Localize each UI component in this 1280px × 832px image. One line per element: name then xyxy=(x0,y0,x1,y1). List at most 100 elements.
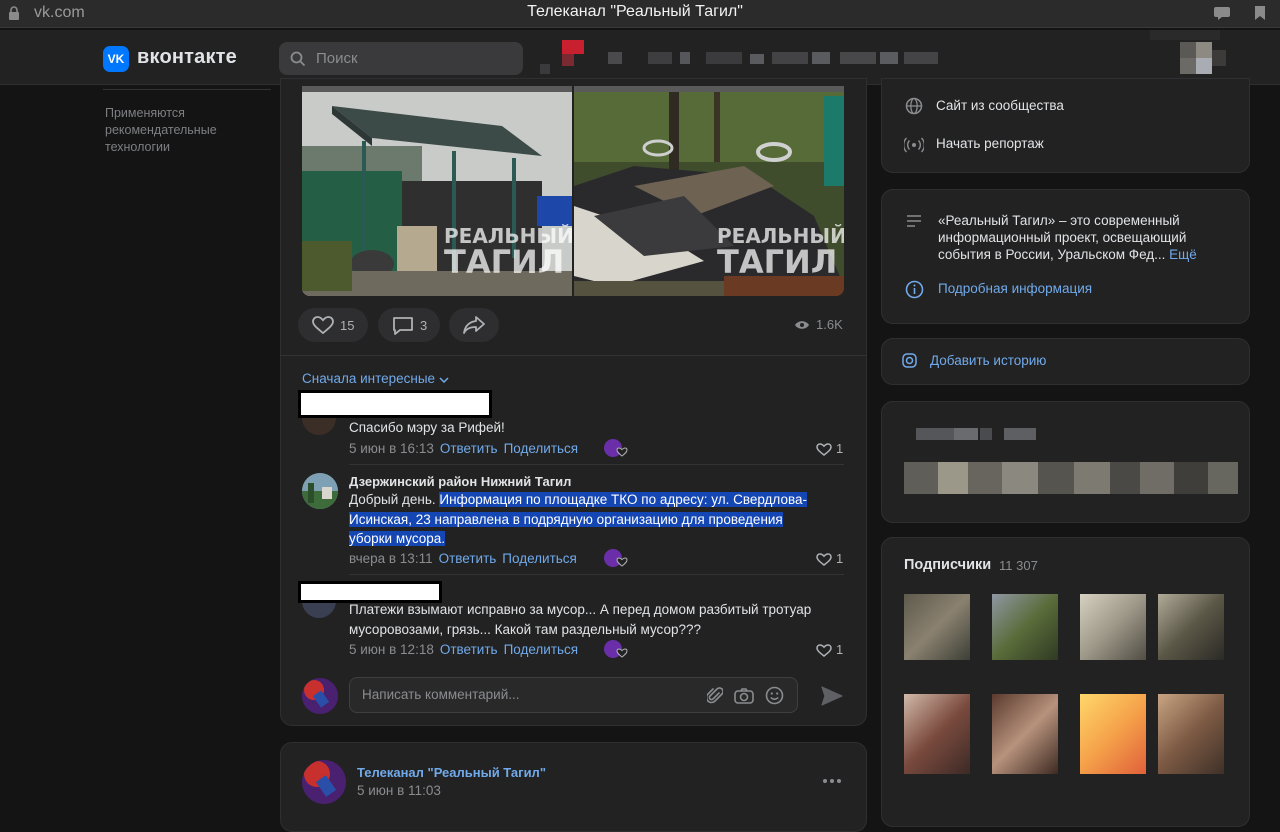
subscriber-avatar[interactable] xyxy=(1080,694,1146,774)
recommendation-note: Применяются рекомендательные технологии xyxy=(105,106,217,154)
heart-small-icon xyxy=(616,447,628,457)
post-divider xyxy=(281,355,866,356)
watermark-line2: ТАГИЛ xyxy=(444,243,565,281)
comment-text-2-line1: Добрый день. Информация по площадке ТКО … xyxy=(349,490,807,510)
subscribers-card xyxy=(881,537,1250,827)
vk-logo-text[interactable]: вконтакте xyxy=(137,46,237,69)
share-link-3[interactable]: Поделиться xyxy=(504,642,579,657)
comment-like-count-1: 1 xyxy=(836,441,844,456)
chat-icon[interactable] xyxy=(1213,5,1231,21)
about-line-3: события в России, Уральском Фед... Ещё xyxy=(938,247,1197,262)
site-link[interactable]: Сайт из сообщества xyxy=(936,98,1064,113)
about-line-3-text: события в России, Уральском Фед... xyxy=(938,247,1166,262)
about-line-1: «Реальный Тагил» – это современный xyxy=(938,213,1180,228)
comment-text-2-line3: уборки мусора. xyxy=(349,529,446,549)
share-icon xyxy=(463,316,485,334)
comment-like-count-2: 1 xyxy=(836,551,844,566)
comment-text-2-highlight-2: Исинская, 23 направлена в подрядную орга… xyxy=(349,512,783,527)
camera-icon[interactable] xyxy=(734,687,754,705)
comment-like-icon-1[interactable] xyxy=(816,443,832,456)
comment-placeholder: Написать комментарий... xyxy=(362,687,520,702)
reply-link-3[interactable]: Ответить xyxy=(440,642,498,657)
post-photo-2[interactable]: РЕАЛЬНЫЙ ТАГИЛ xyxy=(574,86,844,296)
eye-icon xyxy=(795,321,809,329)
subscriber-avatar[interactable] xyxy=(904,594,970,660)
details-link[interactable]: Подробная информация xyxy=(938,281,1092,296)
heart-icon xyxy=(312,316,334,334)
comment-meta-1: 5 июн в 16:13 Ответить Поделиться xyxy=(349,441,578,456)
vk-header: VK вконтакте Поиск xyxy=(0,30,1280,85)
my-avatar[interactable] xyxy=(302,678,338,714)
report-link[interactable]: Начать репортаж xyxy=(936,136,1044,151)
description-icon xyxy=(907,215,921,227)
comment-text-2-plain: Добрый день. xyxy=(349,492,440,507)
comment-input[interactable]: Написать комментарий... xyxy=(349,677,798,713)
browser-bar: vk.com Телеканал "Реальный Тагил" xyxy=(0,0,1280,28)
comment-text-1: Спасибо мэру за Рифей! xyxy=(349,420,505,435)
chevron-down-icon xyxy=(439,377,449,384)
share-button[interactable] xyxy=(449,308,499,342)
subscribers-count: 11 307 xyxy=(999,558,1038,573)
search-placeholder: Поиск xyxy=(316,50,358,67)
heart-small-icon-2 xyxy=(616,557,628,567)
subscriber-avatar[interactable] xyxy=(904,694,970,774)
subscriber-avatar[interactable] xyxy=(992,594,1058,660)
comment-text-2-highlight-1: Информация по площадке ТКО по адресу: ул… xyxy=(439,492,807,507)
comment-text-3-line2: мусоровозами, грязь... Какой там раздель… xyxy=(349,622,702,637)
next-post-time[interactable]: 5 июн в 11:03 xyxy=(357,783,441,798)
search-input[interactable]: Поиск xyxy=(279,42,523,75)
comment-text-2-highlight-3: уборки мусора. xyxy=(349,531,446,546)
subscriber-avatar[interactable] xyxy=(1158,594,1224,660)
comment-count: 3 xyxy=(420,318,428,333)
heart-small-icon-3 xyxy=(616,648,628,658)
comment-divider-1 xyxy=(349,464,844,465)
subscriber-avatar[interactable] xyxy=(1080,594,1146,660)
attach-icon[interactable] xyxy=(707,687,723,705)
subscriber-avatar[interactable] xyxy=(992,694,1058,774)
subscribers-title[interactable]: Подписчики xyxy=(904,557,991,573)
broadcast-icon xyxy=(904,137,924,153)
send-icon[interactable] xyxy=(821,686,843,706)
comment-time-3: 5 июн в 12:18 xyxy=(349,642,434,657)
globe-icon xyxy=(905,97,923,115)
next-post-author[interactable]: Телеканал "Реальный Тагил" xyxy=(357,765,546,780)
community-links-card xyxy=(881,78,1250,173)
comment-author-2[interactable]: Дзержинский район Нижний Тагил xyxy=(349,474,571,489)
about-more-link[interactable]: Ещё xyxy=(1169,247,1197,262)
watermark-line2-photo2: ТАГИЛ xyxy=(717,243,838,281)
comment-text-3-line1: Платежи взымают исправно за мусор... А п… xyxy=(349,602,812,617)
comment-like-count-3: 1 xyxy=(836,642,844,657)
comment-text-2-line2: Исинская, 23 направлена в подрядную орга… xyxy=(349,510,783,530)
comment-button[interactable]: 3 xyxy=(378,308,440,342)
comment-time-1: 5 июн в 16:13 xyxy=(349,441,434,456)
next-post-avatar-image xyxy=(302,760,346,804)
vk-logo-icon[interactable]: VK xyxy=(103,46,129,72)
district-avatar-image xyxy=(302,473,338,509)
search-icon xyxy=(290,51,306,67)
share-link-2[interactable]: Поделиться xyxy=(502,551,577,566)
reply-link-1[interactable]: Ответить xyxy=(440,441,498,456)
view-count: 1.6K xyxy=(816,317,843,332)
comment-meta-2: вчера в 13:11 Ответить Поделиться xyxy=(349,551,577,566)
more-icon[interactable] xyxy=(822,778,842,784)
comment-icon xyxy=(393,317,413,335)
comment-avatar-2[interactable] xyxy=(302,473,338,509)
post-photo-1[interactable]: РЕАЛЬНЫЙ ТАГИЛ xyxy=(302,86,572,296)
story-icon xyxy=(902,353,917,368)
like-button[interactable]: 15 xyxy=(298,308,368,342)
comment-meta-3: 5 июн в 12:18 Ответить Поделиться xyxy=(349,642,578,657)
share-link-1[interactable]: Поделиться xyxy=(504,441,579,456)
subscriber-avatar[interactable] xyxy=(1158,694,1224,774)
comment-divider-2 xyxy=(349,574,844,575)
comment-like-icon-2[interactable] xyxy=(816,553,832,566)
sort-label: Сначала интересные xyxy=(302,371,436,386)
sort-dropdown[interactable]: Сначала интересные xyxy=(302,371,449,386)
next-post-avatar[interactable] xyxy=(302,760,346,804)
comment-like-icon-3[interactable] xyxy=(816,644,832,657)
add-story-link[interactable]: Добавить историю xyxy=(930,353,1046,368)
bookmark-icon[interactable] xyxy=(1251,5,1269,21)
emoji-icon[interactable] xyxy=(765,686,784,705)
reply-link-2[interactable]: Ответить xyxy=(439,551,497,566)
info-icon xyxy=(905,280,924,299)
about-line-2: информационный проект, освещающий xyxy=(938,230,1187,245)
